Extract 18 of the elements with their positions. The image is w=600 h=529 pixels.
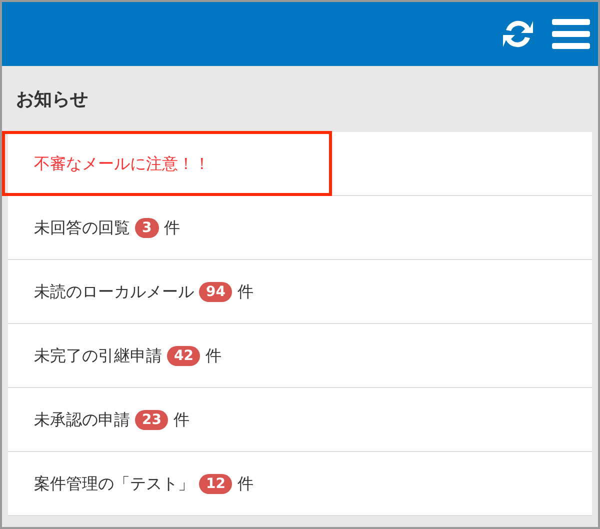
item-label[interactable]: 未承認の申請 (34, 408, 130, 432)
count-badge: 12 (199, 474, 232, 494)
item-label[interactable]: 未読のローカルメール (34, 280, 194, 304)
item-label[interactable]: 案件管理の「テスト」 (34, 472, 194, 496)
unit-label: 件 (205, 344, 222, 366)
count-badge: 3 (135, 218, 159, 238)
item-label[interactable]: 未完了の引継申請 (34, 344, 162, 368)
unit-label: 件 (237, 280, 254, 302)
unit-label: 件 (173, 408, 190, 430)
count-badge: 94 (199, 282, 232, 302)
count-badge: 23 (135, 410, 168, 430)
item-label[interactable]: 未回答の回覧 (34, 216, 130, 240)
alert-link[interactable]: 不審なメールに注意！！ (34, 152, 210, 176)
count-badge: 42 (167, 346, 200, 366)
unit-label: 件 (237, 472, 254, 494)
unit-label: 件 (164, 216, 180, 238)
section-title: お知らせ (16, 88, 88, 112)
menu-icon[interactable] (552, 18, 590, 50)
